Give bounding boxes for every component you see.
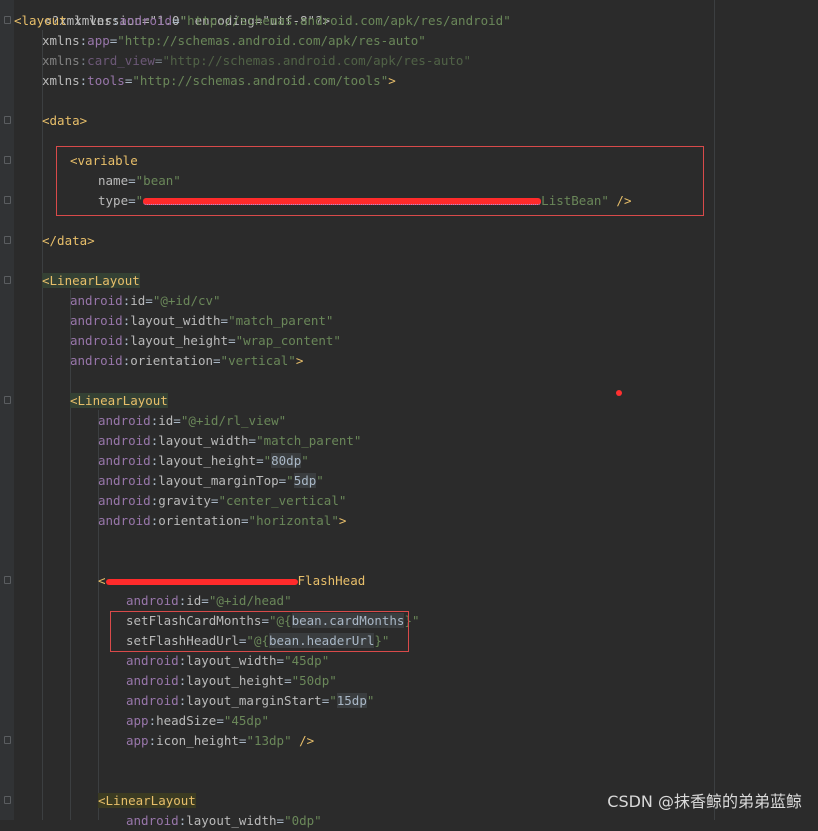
code-line: <LinearLayout — [70, 391, 168, 411]
watermark: CSDN @抹香鲸的弟弟蓝鲸 — [607, 792, 802, 811]
code-line: android:layout_height="wrap_content" — [70, 333, 341, 348]
code-line: <LinearLayout — [42, 271, 140, 291]
code-line: android:orientation="horizontal"> — [98, 513, 347, 528]
code-line: </data> — [42, 231, 95, 251]
fold-marker-icon[interactable] — [4, 736, 11, 744]
annotation-box-bindings — [110, 611, 409, 652]
tag-flashhead: FlashHead — [297, 573, 366, 588]
code-line: android:layout_width="match_parent" — [98, 433, 362, 448]
code-line: android:id="@+id/cv" — [70, 293, 221, 308]
redaction-mark — [105, 578, 298, 585]
fold-marker-icon[interactable] — [4, 276, 11, 284]
code-line: android:layout_marginTop="5dp" — [98, 473, 324, 488]
tag-linearlayout: <LinearLayout — [98, 793, 196, 808]
code-line: <data> — [42, 111, 87, 131]
fold-marker-icon[interactable] — [4, 16, 11, 24]
tag-data-close: </data> — [42, 233, 95, 248]
indent-guide — [42, 30, 43, 820]
fold-marker-icon[interactable] — [4, 196, 11, 204]
fold-marker-icon[interactable] — [4, 796, 11, 804]
code-line: android:layout_marginStart="15dp" — [126, 693, 375, 708]
code-line: android:id="@+id/rl_view" — [98, 413, 287, 428]
code-line: app:headSize="45dp" — [126, 713, 270, 728]
breakpoint-dot-icon — [616, 390, 622, 396]
fold-marker-icon[interactable] — [4, 156, 11, 164]
code-line: <layout xmlns:android="http://schemas.an… — [14, 13, 511, 28]
code-line: xmlns:card_view="http://schemas.android.… — [42, 53, 471, 68]
code-line: android:orientation="vertical"> — [70, 353, 304, 368]
code-line: android:gravity="center_vertical" — [98, 493, 347, 508]
fold-marker-icon[interactable] — [4, 576, 11, 584]
fold-marker-icon[interactable] — [4, 116, 11, 124]
code-line: app:icon_height="13dp" /> — [126, 733, 315, 748]
tag-linearlayout: <LinearLayout — [42, 273, 140, 288]
code-line: <LinearLayout — [98, 791, 196, 811]
tag-data-open: <data> — [42, 113, 88, 128]
tag-layout: <layout — [14, 13, 67, 28]
code-line: android:layout_height="80dp" — [98, 453, 309, 468]
right-margin-guide — [714, 0, 715, 820]
code-line: xmlns:tools="http://schemas.android.com/… — [42, 73, 396, 88]
editor-gutter — [0, 0, 14, 820]
code-line: android:layout_width="0dp" — [126, 813, 322, 828]
fold-marker-icon[interactable] — [4, 396, 11, 404]
code-line: < FlashHead — [98, 573, 366, 588]
code-line: <?xml version="1.0" encoding="utf-8"?> — [14, 0, 330, 28]
tag-linearlayout: <LinearLayout — [70, 393, 168, 408]
code-line: android:layout_width="45dp" — [126, 653, 330, 668]
code-line: android:layout_width="match_parent" — [70, 313, 334, 328]
code-line: android:id="@+id/head" — [126, 593, 292, 608]
fold-marker-icon[interactable] — [4, 236, 11, 244]
code-line: android:layout_height="50dp" — [126, 673, 337, 688]
annotation-box-variable — [56, 146, 704, 216]
code-line: xmlns:app="http://schemas.android.com/ap… — [42, 33, 426, 48]
